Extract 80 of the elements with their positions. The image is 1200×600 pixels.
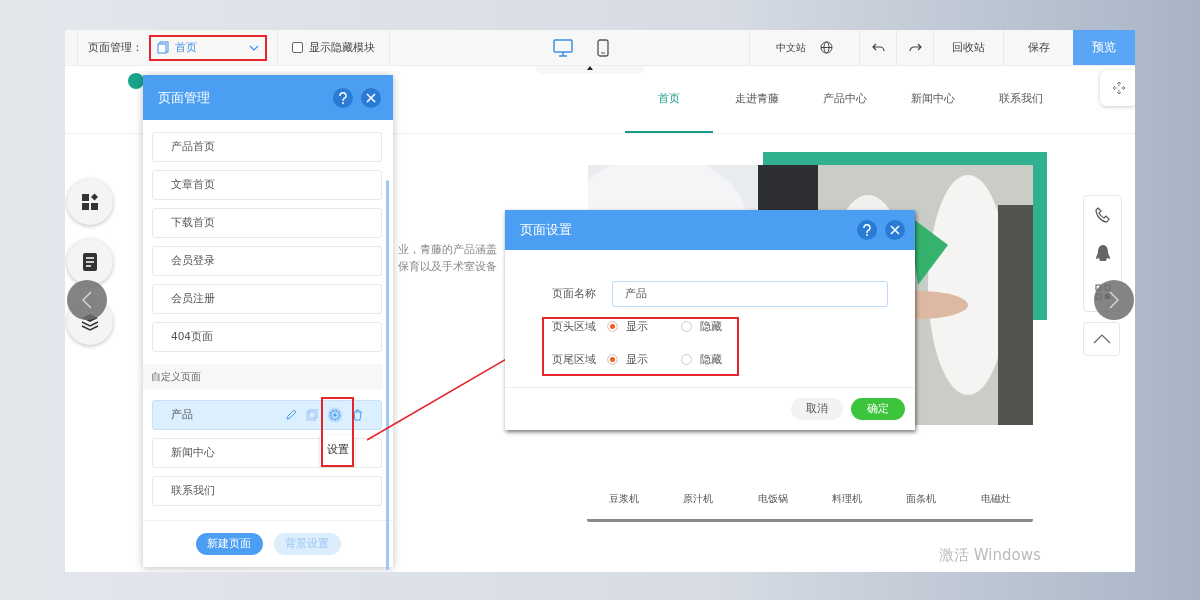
previous-button[interactable] xyxy=(67,280,107,320)
help-button[interactable] xyxy=(333,87,353,108)
help-icon xyxy=(863,224,871,236)
close-icon xyxy=(366,92,376,103)
dialog-title: 页面设置 xyxy=(520,221,573,239)
cancel-button[interactable]: 取消 xyxy=(791,398,843,420)
checkbox-label: 显示隐藏模块 xyxy=(309,40,375,55)
page-item[interactable]: 产品 xyxy=(152,400,382,430)
toolbar-button[interactable]: 回收站 xyxy=(933,30,1003,65)
help-button[interactable] xyxy=(857,220,877,240)
panel-title: 页面管理 xyxy=(158,88,211,107)
body-text: 业，青藤的产品涵盖 xyxy=(398,242,497,257)
chevron-left-icon xyxy=(82,291,92,309)
field-label: 页面名称 xyxy=(552,286,597,301)
chevron-down-icon xyxy=(249,44,259,51)
page-name: 产品 xyxy=(171,408,193,422)
page-item[interactable]: 404页面 xyxy=(152,322,382,352)
highlight-frame xyxy=(321,397,354,467)
page-name: 新闻中心 xyxy=(171,446,215,460)
category-tab[interactable]: 面条机 xyxy=(906,492,937,519)
category-tab[interactable]: 原汁机 xyxy=(683,492,714,519)
phone-call-icon xyxy=(1094,206,1111,223)
modules-button[interactable] xyxy=(67,179,113,225)
field-label: 页头区域 xyxy=(552,319,597,334)
radio-button[interactable] xyxy=(681,354,692,365)
globe-icon xyxy=(820,41,833,54)
page-item[interactable]: 产品首页 xyxy=(152,132,382,162)
category-tab[interactable]: 料理机 xyxy=(832,492,863,519)
field-label: 页尾区域 xyxy=(552,352,597,367)
document-icon xyxy=(82,252,98,272)
chevron-up-icon xyxy=(1092,334,1111,344)
close-button[interactable] xyxy=(361,87,381,108)
radio-button[interactable] xyxy=(607,321,618,332)
nav-item[interactable]: 走进青藤 xyxy=(713,66,801,133)
page-item[interactable]: 联系我们 xyxy=(152,476,382,506)
move-icon xyxy=(1111,81,1126,95)
pencil-icon xyxy=(285,409,297,421)
page-item[interactable]: 文章首页 xyxy=(152,170,382,200)
radio-option[interactable]: 显示 xyxy=(607,319,671,334)
radio-button[interactable] xyxy=(681,321,692,332)
page-item[interactable]: 会员注册 xyxy=(152,284,382,314)
help-icon xyxy=(339,91,347,104)
chevron-right-icon xyxy=(1109,291,1119,309)
category-tab[interactable]: 电磁灶 xyxy=(980,492,1011,519)
phone-icon xyxy=(596,38,609,57)
nav-item[interactable]: 首页 xyxy=(625,66,713,133)
page-name: 联系我们 xyxy=(171,484,215,498)
radio-option[interactable]: 隐藏 xyxy=(681,352,745,367)
nav-item[interactable]: 产品中心 xyxy=(801,66,889,133)
toolbar-label: 页面管理： xyxy=(88,40,143,55)
page-name-field[interactable]: 产品 xyxy=(612,280,888,307)
gear-icon xyxy=(327,407,343,423)
pages-button[interactable] xyxy=(67,239,113,285)
redo-icon xyxy=(908,43,922,52)
close-button[interactable] xyxy=(885,220,905,240)
next-button[interactable] xyxy=(1094,280,1134,320)
trash-icon xyxy=(352,409,363,421)
category-tab[interactable]: 电饭锅 xyxy=(757,492,788,519)
section-heading: 自定义页面 xyxy=(151,369,201,384)
page-item[interactable]: 下载首页 xyxy=(152,208,382,238)
category-tab[interactable]: 豆浆机 xyxy=(609,492,640,519)
monitor-icon xyxy=(552,38,573,57)
radio-option[interactable]: 显示 xyxy=(607,352,671,367)
radio-option[interactable]: 隐藏 xyxy=(681,319,745,334)
nav-item[interactable]: 新闻中心 xyxy=(889,66,977,133)
checkbox[interactable] xyxy=(292,42,303,53)
scrollbar[interactable] xyxy=(386,180,389,570)
page-item[interactable]: 会员登录 xyxy=(152,246,382,276)
copy-icon xyxy=(306,409,318,421)
activation-watermark: 激活 Windows xyxy=(939,546,1041,565)
nav-item[interactable]: 联系我们 xyxy=(977,66,1065,133)
close-icon xyxy=(890,225,900,235)
penguin-icon xyxy=(1094,244,1111,263)
logo-dot xyxy=(128,73,144,89)
body-text: 保育以及手术室设备 xyxy=(398,259,497,274)
grid-icon xyxy=(81,193,99,211)
undo-icon xyxy=(871,43,885,52)
radio-button[interactable] xyxy=(607,354,618,365)
pages-icon xyxy=(157,41,169,54)
language-button[interactable]: 中文站 xyxy=(749,30,859,65)
